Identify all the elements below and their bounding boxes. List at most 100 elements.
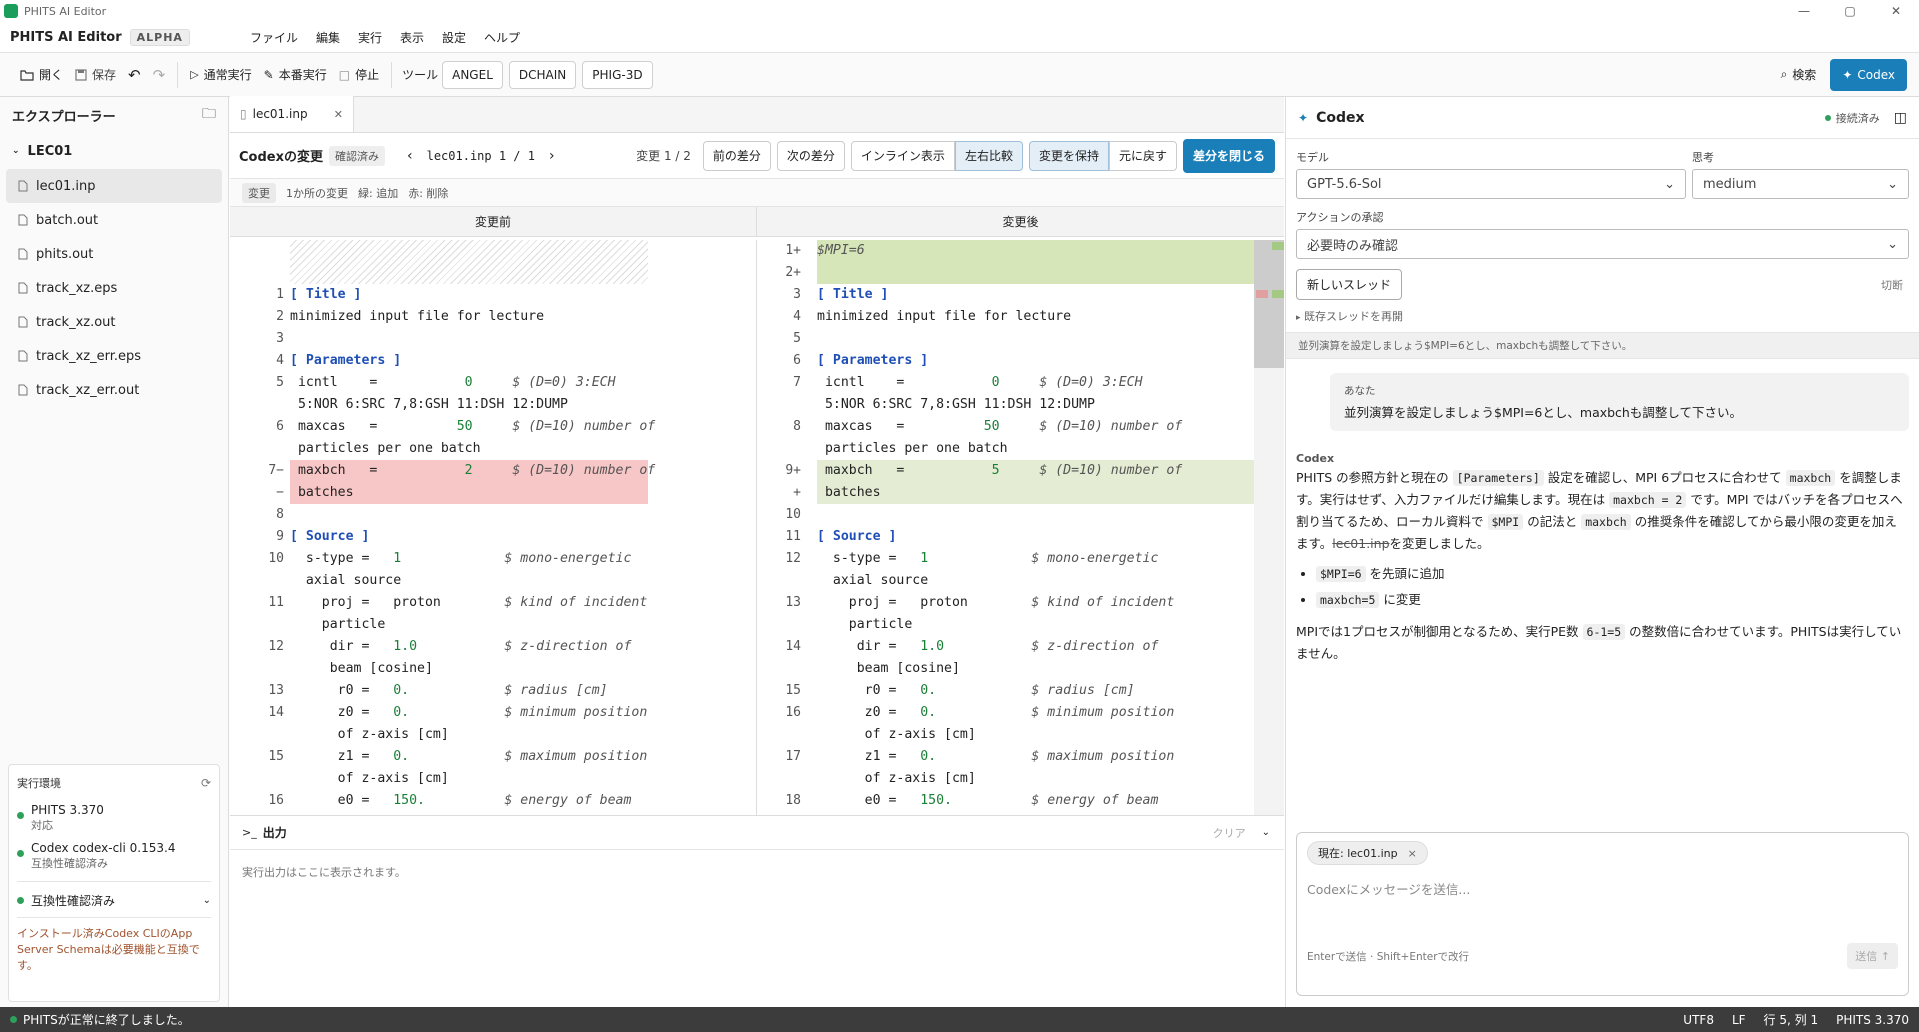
context-chip[interactable]: 現在: lec01.inp ×	[1307, 841, 1428, 865]
refresh-icon[interactable]: ⟳	[201, 776, 211, 790]
approval-select[interactable]: 必要時のみ確認 ⌄	[1296, 229, 1909, 259]
after-pane[interactable]: 1+ $MPI=6 2+ 3 [ Title ] 4 minimized input fil…	[757, 240, 1284, 815]
compat-toggle[interactable]: 互換性確認済み ⌄	[17, 881, 211, 909]
chevron-down-icon: ⌄	[1887, 236, 1898, 252]
line-number: 18	[785, 793, 801, 808]
connected-dot-icon	[1824, 114, 1831, 121]
run-normal-button[interactable]: ▷ 通常実行	[184, 61, 257, 89]
disconnect-button[interactable]: 切断	[1881, 277, 1903, 293]
maximize-icon[interactable]: ▢	[1827, 4, 1873, 18]
codex-button[interactable]: ✦ Codex	[1830, 58, 1907, 91]
line-number: 16	[268, 793, 284, 808]
status-dot-icon	[10, 1016, 17, 1023]
file-item[interactable]: phits.out	[0, 237, 228, 271]
angel-button[interactable]: ANGEL	[442, 60, 503, 89]
cursor-position[interactable]: 行 5, 列 1	[1764, 1011, 1819, 1028]
search-button[interactable]: ⌕ 検索	[1775, 61, 1823, 89]
prev-diff-button[interactable]: 前の差分	[702, 140, 771, 171]
chevron-down-icon: ⌄	[12, 146, 20, 156]
menu-bar: PHITS AI Editor ALPHA ファイル 編集 実行 表示 設定 ヘルプ	[0, 22, 1919, 53]
menu-item[interactable]: ファイル	[250, 29, 298, 46]
tab-lec01[interactable]: ▯ lec01.inp ✕	[230, 96, 354, 132]
think-select[interactable]: medium ⌄	[1692, 169, 1909, 199]
file-item[interactable]: track_xz.out	[0, 305, 228, 339]
redo-icon[interactable]: ↷	[147, 61, 172, 89]
line-number: 14	[785, 639, 801, 654]
encoding[interactable]: UTF8	[1683, 1013, 1714, 1027]
send-button[interactable]: 送信 ↑	[1847, 943, 1898, 969]
code-line: z0 = 0. $ minimum position	[817, 705, 1175, 720]
eol[interactable]: LF	[1732, 1013, 1746, 1027]
new-thread-button[interactable]: 新しいスレッド	[1296, 269, 1403, 300]
revert-button[interactable]: 元に戻す	[1108, 140, 1177, 171]
line-number: 4	[793, 309, 801, 324]
file-item[interactable]: track_xz_err.eps	[0, 339, 228, 373]
line-number: 15	[268, 749, 284, 764]
code-line: beam [cosine]	[817, 661, 960, 676]
new-folder-icon[interactable]: 🗀	[202, 103, 216, 127]
after-header: 変更後	[1002, 215, 1039, 229]
file-icon	[18, 316, 28, 328]
response-paragraph: PHITS の参照方針と現在の [Parameters] 設定を確認し、MPI …	[1296, 470, 1903, 551]
next-diff-button[interactable]: 次の差分	[776, 140, 845, 171]
close-chip-icon[interactable]: ×	[1408, 847, 1417, 860]
file-item[interactable]: track_xz_err.out	[0, 373, 228, 407]
chevron-down-icon: ⌄	[1664, 176, 1675, 192]
prev-file-icon[interactable]: ‹	[407, 148, 413, 164]
app-name: PHITS AI Editor	[10, 29, 122, 45]
compat-note: インストール済みCodex CLIのApp Server Schemaは必要機能…	[17, 917, 211, 974]
close-diff-button[interactable]: 差分を閉じる	[1182, 138, 1275, 173]
sparkle-icon: ✦	[1842, 67, 1853, 82]
added-line-bg	[817, 482, 1263, 504]
code-line: particles per one batch	[290, 441, 481, 456]
file-icon	[18, 214, 28, 226]
line-number: 1+	[785, 243, 801, 258]
stop-button[interactable]: □ 停止	[333, 61, 385, 89]
code-line: batches	[817, 485, 881, 500]
line-number: 10	[268, 551, 284, 566]
model-select[interactable]: GPT-5.6-Sol ⌄	[1296, 169, 1686, 199]
code-line: beam [cosine]	[290, 661, 433, 676]
phig3d-button[interactable]: PHIG-3D	[582, 60, 653, 89]
dchain-button[interactable]: DCHAIN	[508, 60, 577, 89]
before-pane[interactable]: 1 [ Title ] 2 minimized input file for lect…	[230, 240, 756, 815]
undo-icon[interactable]: ↶	[122, 61, 147, 89]
code-line: [ Title ]	[290, 287, 362, 302]
line-number: 10	[785, 507, 801, 522]
next-file-icon[interactable]: ›	[549, 148, 555, 164]
diff-file: lec01.inp 1 / 1	[426, 148, 535, 163]
file-link[interactable]: lec01.inp	[1332, 536, 1389, 551]
close-icon[interactable]: ✕	[1873, 4, 1919, 18]
menu-item[interactable]: 編集	[316, 29, 340, 46]
inline-view-button[interactable]: インライン表示	[850, 140, 955, 171]
message-input[interactable]: Codexにメッセージを送信...	[1297, 873, 1908, 943]
clear-button[interactable]: クリア	[1213, 825, 1246, 841]
file-item[interactable]: track_xz.eps	[0, 271, 228, 305]
file-item[interactable]: lec01.inp	[6, 169, 222, 203]
code-line: [ Source ]	[290, 529, 370, 544]
sparkle-icon: ✦	[1298, 110, 1309, 125]
side-by-side-button[interactable]: 左右比較	[954, 140, 1023, 171]
menu-item[interactable]: 表示	[400, 29, 424, 46]
folder-lec01[interactable]: ⌄ LEC01	[0, 133, 228, 169]
sidebar-toggle-icon[interactable]: ◫	[1894, 110, 1907, 126]
run-production-button[interactable]: ✎ 本番実行	[258, 61, 333, 89]
save-button[interactable]: 保存	[69, 61, 122, 89]
menu-item[interactable]: ヘルプ	[484, 29, 520, 46]
diff-minimap[interactable]	[1254, 240, 1284, 815]
line-number: 7−	[268, 463, 284, 478]
menu-item[interactable]: 実行	[358, 29, 382, 46]
minimize-icon[interactable]: —	[1781, 4, 1827, 18]
file-icon	[18, 248, 28, 260]
window-title: PHITS AI Editor	[24, 4, 107, 18]
keep-changes-button[interactable]: 変更を保持	[1028, 140, 1109, 171]
chevron-down-icon[interactable]: ⌄	[1262, 827, 1270, 838]
file-item[interactable]: batch.out	[0, 203, 228, 237]
resume-thread-toggle[interactable]: ▸ 既存スレッドを再開	[1286, 300, 1919, 332]
prompt-preview: 並列演算を設定しましょう$MPI=6とし、maxbchも調整して下さい。	[1286, 332, 1919, 359]
close-tab-icon[interactable]: ✕	[334, 108, 343, 121]
file-icon: ▯	[240, 107, 247, 121]
menu-item[interactable]: 設定	[442, 29, 466, 46]
code-line: particle	[817, 617, 913, 632]
open-button[interactable]: 開く	[14, 61, 69, 89]
